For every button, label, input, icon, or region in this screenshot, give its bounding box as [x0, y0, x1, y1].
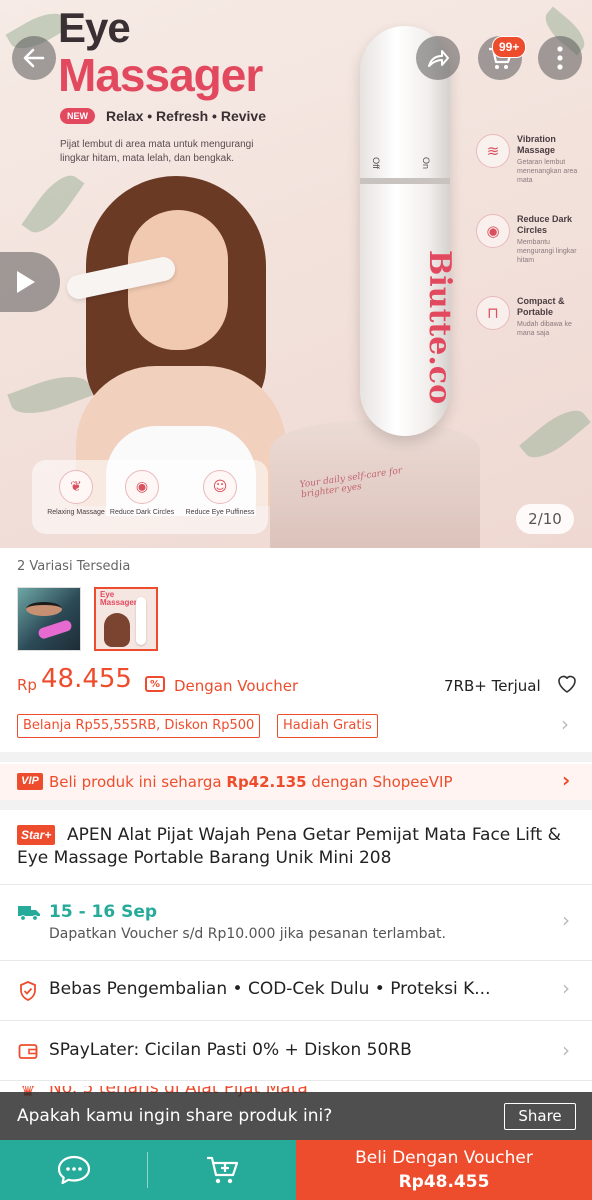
- add-to-cart-icon: [207, 1156, 239, 1184]
- share-icon: [428, 50, 449, 67]
- product-title: APEN Alat Pijat Wajah Pena Getar Pemijat…: [17, 825, 561, 868]
- bottom-action-bar: Beli Dengan Voucher Rp48.455: [0, 1140, 592, 1200]
- feature-reduce-circles: ◉ Reduce Dark Circles: [104, 470, 180, 517]
- price-row: Rp 48.455 % Dengan Voucher 7RB+ Terjual: [17, 664, 577, 700]
- hero-tagline: Relax • Refresh • Revive: [106, 108, 266, 124]
- feature-relaxing: ❦ Relaxing Massage: [38, 470, 114, 517]
- divider: [0, 884, 592, 885]
- cart-count-badge: 99+: [492, 36, 527, 58]
- delivery-truck-icon: [17, 902, 41, 922]
- arrow-left-icon: [23, 48, 45, 68]
- device-on-label: On: [421, 156, 432, 170]
- vibration-icon: ≋: [476, 134, 510, 168]
- price-currency: Rp: [17, 676, 37, 694]
- variant-thumbnail-1[interactable]: [17, 587, 81, 651]
- chevron-right-icon: ›: [562, 976, 570, 1000]
- hero-title: Eye: [58, 4, 131, 51]
- chevron-right-icon: ›: [562, 1038, 570, 1062]
- device-off-label: Off: [370, 157, 381, 169]
- buy-button-price: Rp48.455: [398, 1172, 490, 1192]
- hero-description: Pijat lembut di area mata untuk menguran…: [60, 139, 254, 164]
- wallet-icon: [17, 1040, 39, 1062]
- chat-icon: [57, 1155, 91, 1185]
- paylater-text: SPayLater: Cicilan Pasti 0% + Diskon 50R…: [49, 1040, 412, 1060]
- share-prompt-text: Apakah kamu ingin share produk ini?: [17, 1106, 333, 1126]
- divider: [0, 1080, 592, 1081]
- vip-badge: VIP: [17, 773, 43, 790]
- promo-tag-discount: Belanja Rp55,555RB, Diskon Rp500: [17, 714, 261, 738]
- chat-button[interactable]: [0, 1140, 148, 1200]
- model-photo: [64, 176, 286, 516]
- image-counter: 2/10: [516, 504, 574, 534]
- promo-tag-gift: Hadiah Gratis: [277, 714, 378, 738]
- play-video-button[interactable]: [0, 252, 60, 312]
- more-options-button[interactable]: [538, 36, 582, 80]
- chevron-right-icon: ›: [561, 712, 569, 736]
- favorite-heart-icon[interactable]: [555, 672, 579, 696]
- variants-label: 2 Variasi Tersedia: [17, 559, 131, 574]
- buy-with-voucher-button[interactable]: Beli Dengan Voucher Rp48.455: [296, 1140, 592, 1200]
- section-divider: [0, 752, 592, 762]
- shopee-vip-row[interactable]: VIP Beli produk ini seharga Rp42.135 den…: [0, 764, 592, 800]
- product-image-carousel[interactable]: Eye Massager NEW Relax • Refresh • Reviv…: [0, 0, 592, 548]
- shipping-date: 15 - 16 Sep: [49, 902, 158, 922]
- add-to-cart-button[interactable]: [148, 1140, 296, 1200]
- buy-button-label: Beli Dengan Voucher: [355, 1148, 533, 1168]
- shipping-note: Dapatkan Voucher s/d Rp10.000 jika pesan…: [49, 926, 446, 942]
- more-vertical-icon: [557, 46, 563, 70]
- leaf-icon: ❦: [59, 470, 93, 504]
- share-prompt-banner: Apakah kamu ingin share produk ini? Shar…: [0, 1092, 592, 1140]
- vip-text: Beli produk ini seharga Rp42.135 dengan …: [49, 773, 453, 791]
- device-ring: [360, 178, 450, 184]
- bag-icon: ⊓: [476, 296, 510, 330]
- hero-title-accent: Massager: [58, 49, 263, 101]
- face-icon: ☺: [203, 470, 237, 504]
- promo-row[interactable]: Belanja Rp55,555RB, Diskon Rp500 Hadiah …: [17, 712, 577, 738]
- eye-icon: ◉: [125, 470, 159, 504]
- feature-puffiness: ☺ Reduce Eye Puffiness: [182, 470, 258, 517]
- voucher-label: Dengan Voucher: [174, 677, 299, 695]
- eye-icon: ◉: [476, 214, 510, 248]
- guarantee-text: Bebas Pengembalian • COD-Cek Dulu • Prot…: [49, 979, 491, 999]
- sold-count: 7RB+ Terjual: [444, 677, 541, 695]
- star-plus-badge: Star+: [17, 825, 56, 845]
- divider: [0, 960, 592, 961]
- variant-thumbnail-2[interactable]: Eye Massager: [94, 587, 158, 651]
- share-button[interactable]: [416, 36, 460, 80]
- divider: [0, 1020, 592, 1021]
- device-brand: Biutte.co: [422, 250, 457, 405]
- price-value: 48.455: [41, 664, 132, 694]
- chevron-right-icon: ›: [562, 768, 571, 792]
- chevron-right-icon: ›: [562, 908, 570, 932]
- new-badge: NEW: [60, 108, 95, 124]
- section-divider: [0, 800, 592, 810]
- share-prompt-button[interactable]: Share: [504, 1103, 576, 1130]
- back-button[interactable]: [12, 36, 56, 80]
- voucher-icon: %: [145, 676, 165, 692]
- shield-icon: [17, 980, 39, 1002]
